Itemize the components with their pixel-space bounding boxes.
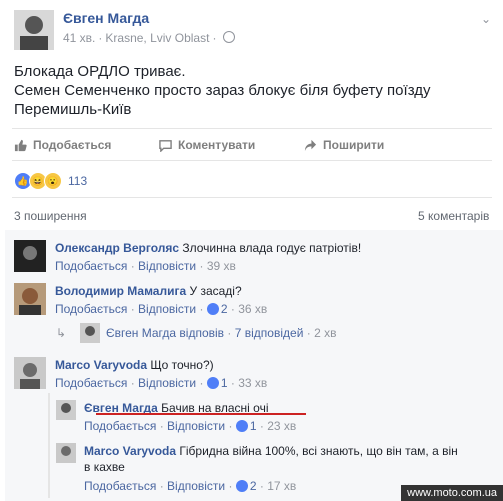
reply-author-name[interactable]: Marco Varyvoda: [84, 444, 176, 458]
like-count-icon: [235, 480, 248, 492]
divider: [12, 128, 492, 129]
comment-reply-link[interactable]: Відповісти: [138, 259, 196, 273]
like-count-icon: [206, 377, 219, 389]
commenter-name[interactable]: Marco Varyvoda: [55, 358, 147, 372]
reply-reply-link[interactable]: Відповісти: [167, 419, 225, 433]
reply-avatar[interactable]: [56, 400, 76, 420]
reply-like-link[interactable]: Подобається: [84, 479, 156, 493]
reaction-count[interactable]: 113: [68, 174, 87, 188]
reactions-summary[interactable]: 👍 😆 😮 113: [14, 172, 87, 190]
comment-time[interactable]: 33 хв: [238, 376, 267, 390]
commenter-avatar[interactable]: [14, 357, 46, 389]
comment-text: У засаді?: [189, 284, 242, 298]
reply-like-count[interactable]: 1: [250, 419, 257, 433]
commenter-avatar[interactable]: [14, 240, 46, 272]
reply-thread-line: [48, 393, 50, 498]
commenter-name[interactable]: Олександр Верголяс: [55, 241, 179, 255]
post-author-name[interactable]: Євген Магда: [63, 10, 149, 26]
shares-count[interactable]: 3 поширення: [14, 209, 87, 223]
comment-text: Що точно?): [150, 358, 214, 372]
comment-reply-link[interactable]: Відповісти: [138, 302, 196, 316]
share-icon: [304, 139, 317, 151]
commenter-name[interactable]: Володимир Мамалига: [55, 284, 186, 298]
highlight-underline: [96, 413, 306, 415]
comment: Marco Varyvoda Що точно?): [55, 357, 214, 373]
comment-like-count[interactable]: 2: [221, 302, 228, 316]
reply-summary-time[interactable]: 2 хв: [314, 326, 336, 340]
post-text-line: Перемишль-Київ: [14, 101, 132, 118]
post-body: Блокада ОРДЛО триває. Семен Семенченко п…: [14, 62, 484, 119]
reply-time[interactable]: 17 хв: [267, 479, 296, 493]
reply-avatar[interactable]: [56, 443, 76, 463]
divider: [12, 160, 492, 161]
comment-like-link[interactable]: Подобається: [55, 259, 127, 273]
reply-actions: Подобається · Відповісти · 2 · 17 хв: [84, 479, 297, 493]
comment: Олександр Верголяс Злочинна влада годує …: [55, 240, 361, 256]
comment-button[interactable]: Коментувати: [159, 138, 304, 152]
reply-author-avatar: [80, 323, 100, 343]
reply-arrow-icon: ↳: [56, 326, 67, 340]
comment-text: Злочинна влада годує патріотів!: [182, 241, 362, 255]
reply-summary-author[interactable]: Євген Магда: [106, 326, 176, 340]
reply-reply-link[interactable]: Відповісти: [167, 479, 225, 493]
wow-reaction-icon: 😮: [44, 172, 62, 190]
comment-actions: Подобається · Відповісти · 1 · 33 хв: [55, 376, 268, 390]
divider: [12, 197, 492, 198]
post-text-line: Семен Семенченко просто зараз блокує біл…: [14, 82, 431, 99]
like-count-icon: [235, 420, 248, 432]
commenter-avatar[interactable]: [14, 283, 46, 315]
like-label: Подобається: [33, 138, 112, 152]
comment-like-link[interactable]: Подобається: [55, 302, 127, 316]
reply: Marco Varyvoda Гібридна війна 100%, всі …: [84, 443, 458, 459]
reply-time[interactable]: 23 хв: [267, 419, 296, 433]
chevron-down-icon[interactable]: ⌄: [481, 12, 491, 26]
reply-summary[interactable]: Євген Магда відповів · 7 відповідей · 2 …: [106, 326, 336, 340]
post-meta: 41 хв. · Krasne, Lviv Oblast ·: [63, 31, 236, 45]
comment-actions: Подобається · Відповісти · 2 · 36 хв: [55, 302, 268, 316]
globe-icon: [223, 31, 236, 43]
like-count-icon: [206, 303, 219, 315]
reply-text-continued: в кахве: [84, 460, 125, 474]
share-label: Поширити: [323, 138, 385, 152]
comment-reply-link[interactable]: Відповісти: [138, 376, 196, 390]
post-location[interactable]: Krasne, Lviv Oblast: [105, 31, 209, 45]
reply-summary-verb: відповів: [179, 326, 225, 340]
reply-text: Гібридна війна 100%, всі знають, що він …: [179, 444, 458, 458]
comment-icon: [159, 139, 172, 152]
post-text-line: Блокада ОРДЛО триває.: [14, 63, 186, 80]
share-button[interactable]: Поширити: [304, 138, 384, 152]
comment: Володимир Мамалига У засаді?: [55, 283, 242, 299]
comment-time[interactable]: 36 хв: [238, 302, 267, 316]
post-time[interactable]: 41 хв.: [63, 31, 95, 45]
comment-label: Коментувати: [178, 138, 256, 152]
like-button[interactable]: Подобається: [14, 138, 159, 152]
reply-like-count[interactable]: 2: [250, 479, 257, 493]
reply-summary-count[interactable]: 7 відповідей: [235, 326, 304, 340]
watermark: www.moto.com.ua: [401, 485, 503, 501]
comment-time[interactable]: 39 хв: [207, 259, 236, 273]
view-replies-link[interactable]: ↳: [56, 326, 66, 340]
post-actions: Подобається Коментувати Поширити: [14, 135, 484, 155]
reply-actions: Подобається · Відповісти · 1 · 23 хв: [84, 419, 297, 433]
thumbs-up-icon: [14, 139, 27, 151]
reply-like-link[interactable]: Подобається: [84, 419, 156, 433]
comment-like-link[interactable]: Подобається: [55, 376, 127, 390]
comments-count[interactable]: 5 коментарів: [418, 209, 489, 223]
author-avatar[interactable]: [14, 10, 54, 50]
comment-actions: Подобається · Відповісти · 39 хв: [55, 259, 236, 273]
comment-like-count[interactable]: 1: [221, 376, 228, 390]
